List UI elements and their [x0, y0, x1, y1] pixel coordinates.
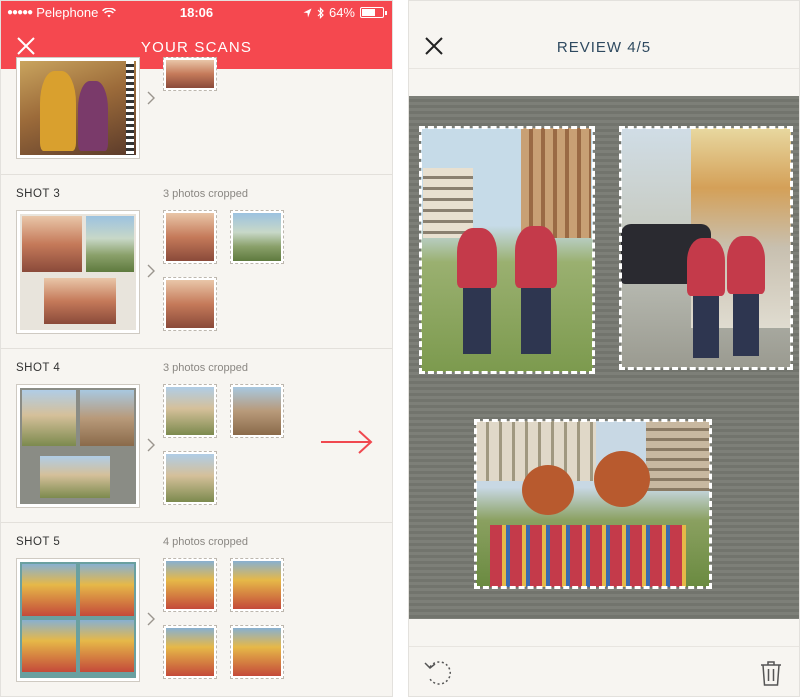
cropped-count: 3 photos cropped	[163, 188, 249, 200]
shots-list[interactable]: SHOT 3 3 photos cropped SHOT 4 3 photos	[1, 57, 392, 696]
original-scan-thumbnail[interactable]	[16, 384, 140, 508]
chevron-right-icon	[147, 438, 155, 452]
cropped-photo-thumbnail[interactable]	[163, 277, 217, 331]
cropped-photo-thumbnail[interactable]	[163, 384, 217, 438]
review-screen: REVIEW 4/5	[408, 0, 800, 697]
shot-label: SHOT 3	[16, 188, 61, 200]
arrow-right-icon	[321, 430, 373, 454]
crop-frame[interactable]	[474, 419, 712, 589]
original-scan-thumbnail[interactable]	[16, 210, 140, 334]
battery-icon	[360, 7, 387, 18]
chevron-right-icon	[147, 91, 155, 105]
trash-icon[interactable]	[759, 659, 783, 687]
shot-row[interactable]	[1, 57, 392, 175]
original-scan-thumbnail[interactable]	[16, 558, 140, 682]
page-title: YOUR SCANS	[140, 39, 253, 56]
location-icon	[303, 8, 312, 17]
status-bar: ●●●●● Pelephone 18:06 64%	[1, 1, 392, 23]
cropped-photo-thumbnail[interactable]	[230, 625, 284, 679]
cropped-count: 4 photos cropped	[163, 536, 249, 548]
shot-label: SHOT 5	[16, 536, 61, 548]
cropped-photo-thumbnail[interactable]	[163, 451, 217, 505]
crop-frame[interactable]	[419, 126, 595, 374]
battery-fill	[362, 9, 375, 16]
cropped-photo-thumbnail[interactable]	[163, 210, 217, 264]
chevron-right-icon	[147, 264, 155, 278]
scans-list-screen: ●●●●● Pelephone 18:06 64% YOUR SCANS SHO…	[0, 0, 393, 697]
original-scan-thumbnail[interactable]	[16, 57, 140, 159]
chevron-right-icon	[147, 612, 155, 626]
shot-row[interactable]: SHOT 5 4 photos cropped	[1, 523, 392, 696]
rotate-icon[interactable]	[423, 657, 455, 689]
review-header: REVIEW 4/5	[409, 1, 799, 69]
cropped-count: 3 photos cropped	[163, 362, 249, 374]
cropped-photo-thumbnail[interactable]	[230, 210, 284, 264]
cropped-photo-thumbnail[interactable]	[230, 384, 284, 438]
bluetooth-icon	[317, 6, 324, 19]
shot-label: SHOT 4	[16, 362, 61, 374]
scan-preview	[409, 96, 799, 619]
screenshot-comparison: ●●●●● Pelephone 18:06 64% YOUR SCANS SHO…	[0, 0, 800, 697]
cropped-photo-thumbnail[interactable]	[230, 558, 284, 612]
cropped-photo-thumbnail[interactable]	[163, 57, 217, 91]
page-title: REVIEW 4/5	[556, 39, 652, 56]
battery-percent: 64%	[328, 5, 355, 20]
review-toolbar	[409, 646, 799, 696]
cropped-photo-thumbnail[interactable]	[163, 558, 217, 612]
cropped-photo-thumbnail[interactable]	[163, 625, 217, 679]
shot-row[interactable]: SHOT 3 3 photos cropped	[1, 175, 392, 349]
crop-frame[interactable]	[619, 126, 793, 370]
